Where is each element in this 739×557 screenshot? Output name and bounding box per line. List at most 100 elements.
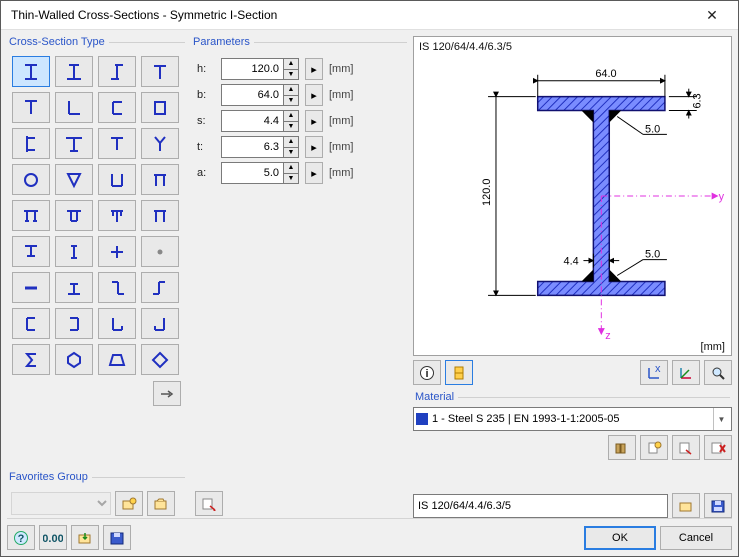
cancel-button[interactable]: Cancel <box>660 526 732 550</box>
cs-pick-btn[interactable] <box>672 493 700 518</box>
svg-text:x: x <box>655 365 661 375</box>
preview-unit: [mm] <box>701 341 725 353</box>
spin-up[interactable]: ▲ <box>283 136 299 148</box>
type-y-section[interactable] <box>141 128 179 159</box>
group-cross-section-type: Cross-Section Type <box>7 36 187 50</box>
close-button[interactable]: ✕ <box>692 4 732 26</box>
favorites-open-btn[interactable] <box>147 491 175 516</box>
type-i-narrow[interactable] <box>55 236 93 267</box>
export-btn[interactable] <box>103 525 131 550</box>
type-c-mirror[interactable] <box>55 308 93 339</box>
type-grid <box>7 54 187 377</box>
type-dot[interactable] <box>141 236 179 267</box>
cross-section-name-input[interactable] <box>413 494 668 518</box>
type-l-mirror[interactable] <box>141 272 179 303</box>
spin-down[interactable]: ▼ <box>283 70 299 81</box>
type-pi-top[interactable] <box>12 200 50 231</box>
group-material: Material <box>413 389 732 403</box>
info-btn[interactable]: i <box>413 360 441 385</box>
units-btn[interactable]: 0.00 <box>39 525 67 550</box>
type-sigma[interactable] <box>12 344 50 375</box>
type-l-rev[interactable] <box>141 308 179 339</box>
type-c-open[interactable] <box>12 308 50 339</box>
type-pi-mid[interactable] <box>98 200 136 231</box>
local-axis-btn[interactable] <box>672 360 700 385</box>
type-more-btn[interactable] <box>153 381 181 406</box>
param-step-btn[interactable]: ▸ <box>305 110 323 132</box>
param-step-btn[interactable]: ▸ <box>305 58 323 80</box>
type-minus[interactable] <box>12 272 50 303</box>
type-pi-right[interactable] <box>141 200 179 231</box>
dim-a2: 5.0 <box>645 249 660 261</box>
type-circle[interactable] <box>12 164 50 195</box>
type-c-section[interactable] <box>12 128 50 159</box>
titlebar: Thin-Walled Cross-Sections - Symmetric I… <box>1 1 738 29</box>
param-label-b: b: <box>197 89 215 101</box>
spin-down[interactable]: ▼ <box>283 174 299 185</box>
mat-lib-btn[interactable] <box>608 435 636 460</box>
param-input-h[interactable] <box>221 58 283 80</box>
spin-up[interactable]: ▲ <box>283 84 299 96</box>
svg-text:0.00: 0.00 <box>43 533 63 545</box>
help-btn[interactable]: ? <box>7 525 35 550</box>
type-angle[interactable] <box>55 92 93 123</box>
param-input-a[interactable] <box>221 162 283 184</box>
spin-down[interactable]: ▼ <box>283 148 299 159</box>
param-input-s[interactable] <box>221 110 283 132</box>
type-l-section[interactable] <box>98 308 136 339</box>
axis-btn[interactable]: x <box>640 360 668 385</box>
spin-down[interactable]: ▼ <box>283 96 299 107</box>
stress-btn[interactable] <box>445 360 473 385</box>
ok-button[interactable]: OK <box>584 526 656 550</box>
zoom-btn[interactable] <box>704 360 732 385</box>
dialog-body: Cross-Section Type <box>1 29 738 556</box>
param-input-b[interactable] <box>221 84 283 106</box>
dim-h: 120.0 <box>481 179 493 206</box>
dim-a1: 5.0 <box>645 123 660 135</box>
type-tee-wide[interactable] <box>55 128 93 159</box>
param-step-btn[interactable]: ▸ <box>305 162 323 184</box>
type-tee-inv[interactable] <box>12 92 50 123</box>
type-u-section[interactable] <box>98 164 136 195</box>
type-pi-closed[interactable] <box>55 200 93 231</box>
import-btn[interactable] <box>71 525 99 550</box>
favorites-add-btn[interactable] <box>115 491 143 516</box>
axis-z-label: z <box>605 330 610 342</box>
type-hexagon[interactable] <box>55 344 93 375</box>
params-extra-btn[interactable] <box>195 491 223 516</box>
param-label-t: t: <box>197 141 215 153</box>
param-step-btn[interactable]: ▸ <box>305 84 323 106</box>
param-input-t[interactable] <box>221 136 283 158</box>
type-i-short[interactable] <box>55 272 93 303</box>
cs-save-btn[interactable] <box>704 493 732 518</box>
mat-new-btn[interactable] <box>640 435 668 460</box>
spin-up[interactable]: ▲ <box>283 162 299 174</box>
type-tee-top[interactable] <box>98 128 136 159</box>
material-select[interactable]: 1 - Steel S 235 | EN 1993-1-1:2005-05 ▼ <box>413 407 732 431</box>
mat-del-btn[interactable] <box>704 435 732 460</box>
spin-up[interactable]: ▲ <box>283 110 299 122</box>
spin-down[interactable]: ▼ <box>283 122 299 133</box>
type-i-symmetric[interactable] <box>12 56 50 87</box>
type-triangle[interactable] <box>55 164 93 195</box>
type-pi-section[interactable] <box>141 164 179 195</box>
favorites-select[interactable] <box>11 492 111 515</box>
type-trapezoid[interactable] <box>98 344 136 375</box>
dim-t: 6.3 <box>692 93 704 108</box>
type-t-bottom[interactable] <box>12 236 50 267</box>
type-diamond[interactable] <box>141 344 179 375</box>
type-plus[interactable] <box>98 236 136 267</box>
type-tee[interactable] <box>141 56 179 87</box>
type-z-section[interactable] <box>98 272 136 303</box>
param-step-btn[interactable]: ▸ <box>305 136 323 158</box>
type-i-section[interactable] <box>55 56 93 87</box>
spin-up[interactable]: ▲ <box>283 58 299 70</box>
type-i-half[interactable] <box>98 56 136 87</box>
type-rect-tube[interactable] <box>141 92 179 123</box>
dropdown-icon[interactable]: ▼ <box>713 408 729 430</box>
param-unit: [mm] <box>329 167 353 179</box>
param-label-a: a: <box>197 167 215 179</box>
mat-edit-btn[interactable] <box>672 435 700 460</box>
material-selected-text: 1 - Steel S 235 | EN 1993-1-1:2005-05 <box>432 413 713 425</box>
type-channel[interactable] <box>98 92 136 123</box>
